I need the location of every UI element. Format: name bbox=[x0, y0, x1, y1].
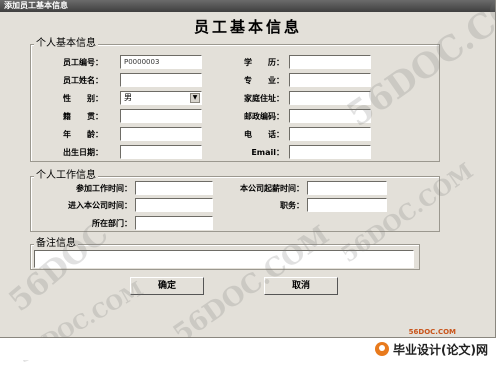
gender-value: 男 bbox=[124, 93, 132, 102]
personal-info-legend: 个人基本信息 bbox=[34, 38, 98, 50]
window-title: 添加员工基本信息 bbox=[4, 1, 68, 10]
company-join-field[interactable] bbox=[135, 198, 213, 212]
department-label: 所在部门： bbox=[92, 219, 132, 228]
age-field[interactable] bbox=[120, 127, 202, 141]
postcode-field[interactable] bbox=[289, 109, 371, 123]
page-title: 员工基本信息 bbox=[193, 18, 302, 36]
notes-legend: 备注信息 bbox=[34, 238, 78, 250]
chevron-down-icon[interactable]: ▼ bbox=[190, 93, 200, 103]
emp-no-field[interactable]: P0000003 bbox=[120, 55, 202, 69]
gender-label: 性 别： bbox=[63, 94, 103, 103]
brand-logo-icon bbox=[375, 342, 390, 356]
emp-name-field[interactable] bbox=[120, 73, 202, 87]
company-join-label: 进入本公司时间： bbox=[68, 201, 132, 210]
email-label: Email： bbox=[251, 148, 284, 157]
email-field[interactable] bbox=[289, 145, 371, 159]
emp-name-label: 员工姓名： bbox=[63, 76, 103, 85]
education-label: 学 历： bbox=[244, 58, 284, 67]
gender-select[interactable]: 男 ▼ bbox=[120, 91, 202, 105]
footer-brand-text: 毕业设计(论文)网 bbox=[393, 342, 488, 357]
phone-field[interactable] bbox=[289, 127, 371, 141]
join-date-field[interactable] bbox=[135, 181, 213, 195]
native-field[interactable] bbox=[120, 109, 202, 123]
major-label: 专 业： bbox=[244, 76, 284, 85]
join-date-label: 参加工作时间： bbox=[76, 184, 132, 193]
salary-start-label: 本公司起薪时间： bbox=[240, 184, 304, 193]
salary-start-field[interactable] bbox=[307, 181, 387, 195]
major-field[interactable] bbox=[289, 73, 371, 87]
footer-brand: 毕业设计(论文)网 bbox=[375, 338, 488, 360]
dialog-window: 添加员工基本信息 员工基本信息 个人基本信息 员工编号： P0000003 员工… bbox=[0, 0, 496, 338]
ok-button[interactable]: 确定 bbox=[130, 277, 204, 295]
position-field[interactable] bbox=[307, 198, 387, 212]
birthdate-label: 出生日期： bbox=[63, 148, 103, 157]
phone-label: 电 话： bbox=[244, 130, 284, 139]
education-field[interactable] bbox=[289, 55, 371, 69]
postcode-label: 邮政编码： bbox=[244, 112, 284, 121]
notes-textarea[interactable] bbox=[34, 250, 414, 268]
work-info-legend: 个人工作信息 bbox=[34, 170, 98, 182]
age-label: 年 龄： bbox=[63, 130, 103, 139]
native-label: 籍 贯： bbox=[63, 112, 103, 121]
footer-url: 56DOC.COM bbox=[408, 328, 456, 336]
birthdate-field[interactable] bbox=[120, 145, 202, 159]
emp-no-label: 员工编号： bbox=[63, 58, 103, 67]
department-field[interactable] bbox=[135, 216, 213, 230]
position-label: 职务： bbox=[280, 201, 304, 210]
title-bar: 添加员工基本信息 bbox=[0, 0, 495, 12]
cancel-button[interactable]: 取消 bbox=[264, 277, 338, 295]
address-field[interactable] bbox=[289, 91, 371, 105]
address-label: 家庭住址： bbox=[244, 94, 284, 103]
